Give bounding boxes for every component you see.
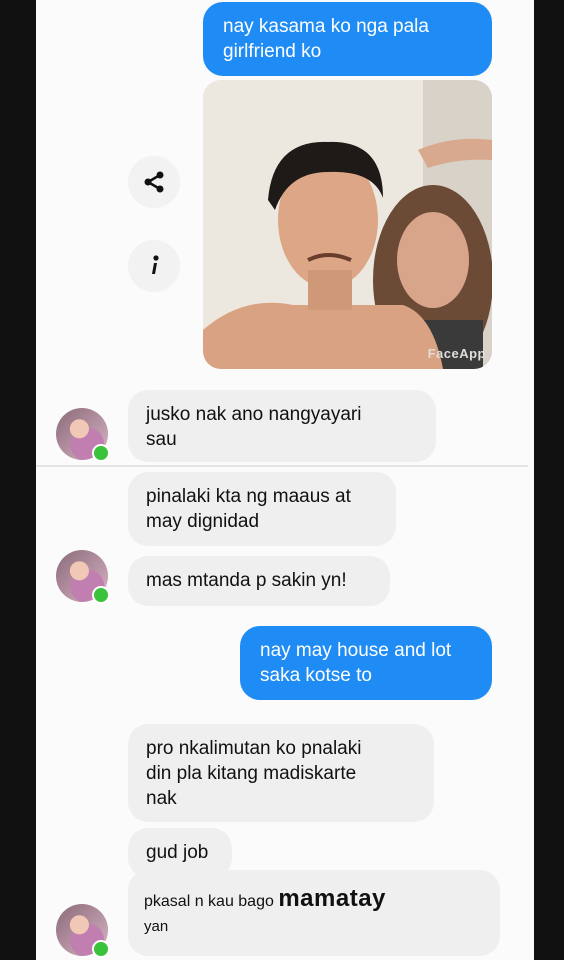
share-button[interactable] bbox=[128, 156, 180, 208]
message-bubble-incoming[interactable]: pro nkalimutan ko pnalaki din pla kitang… bbox=[128, 724, 434, 822]
contact-avatar[interactable] bbox=[56, 550, 110, 604]
photo-watermark: FaceApp bbox=[427, 346, 486, 361]
last-message-part1: pkasal n kau bago bbox=[144, 893, 279, 910]
right-edge bbox=[534, 0, 564, 960]
share-icon bbox=[144, 171, 164, 193]
couple-photo-image bbox=[203, 80, 492, 369]
info-button[interactable] bbox=[128, 240, 180, 292]
info-icon bbox=[152, 255, 159, 274]
shared-photo[interactable]: FaceApp bbox=[203, 80, 492, 369]
contact-avatar[interactable] bbox=[56, 904, 110, 958]
last-message-part2: mamatay bbox=[278, 885, 386, 912]
left-edge bbox=[0, 0, 36, 960]
message-bubble-outgoing[interactable]: nay may house and lot saka kotse to bbox=[240, 626, 492, 700]
message-bubble-outgoing[interactable]: nay kasama ko nga pala girlfriend ko bbox=[203, 2, 492, 76]
message-bubble-incoming[interactable]: mas mtanda p sakin yn! bbox=[128, 556, 390, 606]
message-bubble-incoming[interactable]: jusko nak ano nangyayari sau bbox=[128, 390, 436, 462]
last-message-part3: yan bbox=[144, 918, 169, 935]
online-indicator bbox=[92, 940, 110, 958]
online-indicator bbox=[92, 586, 110, 604]
contact-avatar[interactable] bbox=[56, 408, 110, 462]
online-indicator bbox=[92, 444, 110, 462]
message-bubble-incoming-last[interactable]: pkasal n kau bago mamatay yan bbox=[128, 870, 500, 956]
message-bubble-incoming[interactable]: pinalaki kta ng maaus at may dignidad bbox=[128, 472, 396, 546]
divider bbox=[36, 465, 528, 467]
